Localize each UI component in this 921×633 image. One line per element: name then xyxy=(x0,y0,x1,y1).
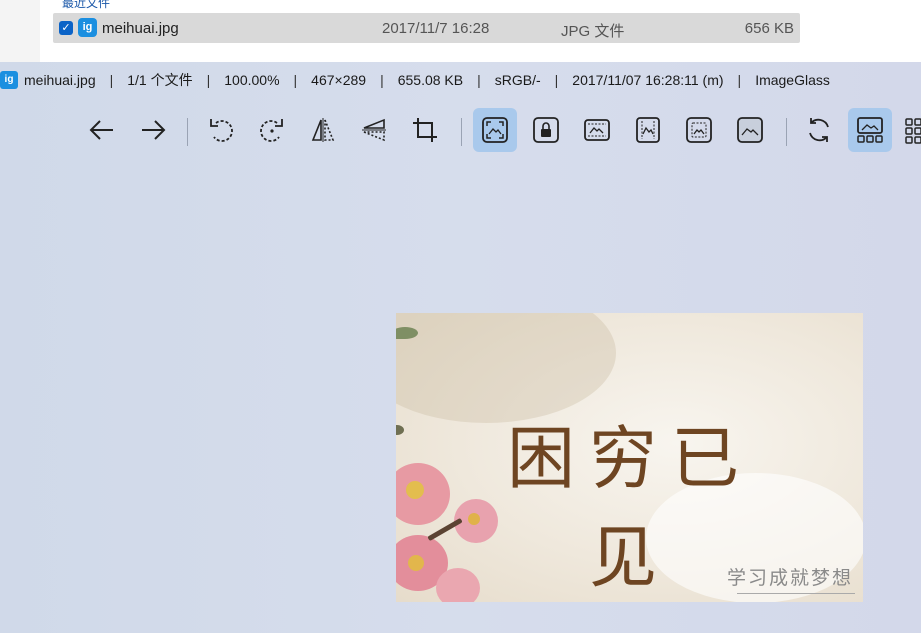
auto-zoom-button[interactable] xyxy=(473,108,517,152)
explorer-section-label: 最近文件 xyxy=(62,0,111,10)
explorer-nav-pane xyxy=(0,0,40,62)
arrow-left-icon xyxy=(89,120,113,140)
rotate-right-button[interactable] xyxy=(250,108,294,152)
scale-to-fit-icon xyxy=(686,117,712,143)
flip-vertical-button[interactable] xyxy=(352,108,396,152)
file-date: 2017/11/7 16:28 xyxy=(382,20,490,37)
title-separator: | xyxy=(206,72,211,88)
app-icon: ig xyxy=(0,71,18,89)
title-index: 1/1 个文件 xyxy=(127,72,193,88)
viewed-image[interactable]: 困穷已见 学习成就梦想 xyxy=(396,313,863,602)
file-list-row[interactable]: ✓ ig meihuai.jpg 2017/11/7 16:28 JPG 文件 … xyxy=(53,13,800,43)
rotate-right-icon xyxy=(260,119,283,142)
lock-zoom-icon xyxy=(533,117,559,143)
scale-to-fill-icon xyxy=(737,117,763,143)
rotate-left-icon xyxy=(210,119,233,142)
flip-vertical-icon xyxy=(362,118,386,142)
imageglass-file-icon: ig xyxy=(78,18,97,37)
toolbar-divider xyxy=(187,118,188,146)
title-modified: 2017/11/07 16:28:11 (m) xyxy=(572,72,724,88)
title-separator: | xyxy=(554,72,559,88)
toolbar xyxy=(0,106,921,154)
title-filename: meihuai.jpg xyxy=(24,72,96,88)
title-separator: | xyxy=(477,72,481,88)
thumbnail-bar-button[interactable] xyxy=(848,108,892,152)
title-separator: | xyxy=(380,72,384,88)
gallery-icon xyxy=(905,118,921,144)
refresh-button[interactable] xyxy=(797,108,841,152)
auto-zoom-icon xyxy=(482,117,508,143)
row-checkbox[interactable]: ✓ xyxy=(59,21,73,35)
gallery-button[interactable] xyxy=(899,108,921,152)
next-image-button[interactable] xyxy=(131,108,175,152)
lock-zoom-button[interactable] xyxy=(524,108,568,152)
crop-icon xyxy=(413,118,437,142)
caption-underline xyxy=(737,593,855,594)
refresh-icon xyxy=(809,118,829,142)
toolbar-divider xyxy=(786,118,787,146)
arrow-right-icon xyxy=(142,120,166,140)
file-size: 656 KB xyxy=(744,20,794,37)
blossom-center xyxy=(406,481,424,499)
explorer-window: 最近文件 ✓ ig meihuai.jpg 2017/11/7 16:28 JP… xyxy=(0,0,921,62)
thumbnail-bar-icon xyxy=(857,117,883,143)
title-color-profile: sRGB/- xyxy=(494,72,541,88)
title-zoom: 100.00% xyxy=(224,72,280,88)
scale-to-fill-button[interactable] xyxy=(728,108,772,152)
leaf-decoration xyxy=(396,425,404,435)
scale-to-height-icon xyxy=(636,117,660,143)
flip-horizontal-button[interactable] xyxy=(301,108,345,152)
title-filesize: 655.08 KB xyxy=(397,72,464,88)
blossom-center xyxy=(408,555,424,571)
scale-to-fit-button[interactable] xyxy=(677,108,721,152)
title-dimensions: 467×289 xyxy=(311,72,367,88)
scale-to-height-button[interactable] xyxy=(626,108,670,152)
title-app-name: ImageGlass xyxy=(755,72,830,88)
scale-to-width-button[interactable] xyxy=(575,108,619,152)
previous-image-button[interactable] xyxy=(80,108,124,152)
file-type: JPG 文件 xyxy=(561,23,625,40)
file-name: meihuai.jpg xyxy=(102,20,179,37)
crop-button[interactable] xyxy=(403,108,447,152)
toolbar-divider xyxy=(461,118,462,146)
title-separator: | xyxy=(737,72,742,88)
title-separator: | xyxy=(109,72,114,88)
title-separator: | xyxy=(293,72,298,88)
flip-horizontal-icon xyxy=(311,118,335,142)
imageglass-window: ig meihuai.jpg | 1/1 个文件 | 100.00% | 467… xyxy=(0,62,921,633)
scale-to-width-icon xyxy=(584,119,610,141)
title-bar[interactable]: ig meihuai.jpg | 1/1 个文件 | 100.00% | 467… xyxy=(0,62,921,98)
rotate-left-button[interactable] xyxy=(199,108,243,152)
image-caption: 学习成就梦想 xyxy=(726,567,853,589)
